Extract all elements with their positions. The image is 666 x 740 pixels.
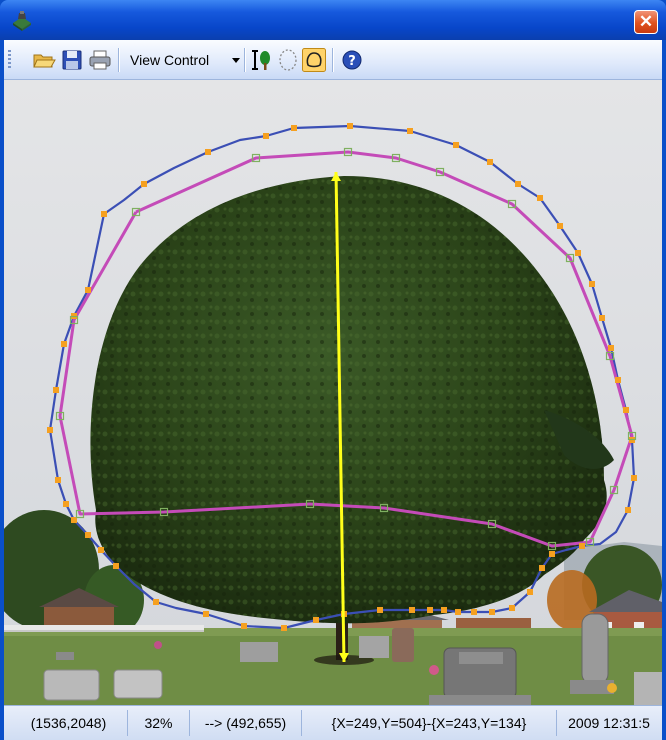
outer-vertex-handle[interactable] (281, 625, 287, 631)
outer-vertex-handle[interactable] (599, 315, 605, 321)
outer-vertex-handle[interactable] (85, 287, 91, 293)
application-window: ✕ View Control ? (1536,2048) 32% --> (49… (0, 0, 666, 740)
outer-vertex-handle[interactable] (515, 181, 521, 187)
polygon-tool-icon[interactable] (302, 48, 326, 72)
outer-vertex-handle[interactable] (489, 609, 495, 615)
outer-vertex-handle[interactable] (313, 617, 319, 623)
outer-vertex-handle[interactable] (631, 475, 637, 481)
outer-vertex-handle[interactable] (623, 407, 629, 413)
status-height-line: {X=249,Y=504}-{X=243,Y=134} (302, 710, 557, 736)
outer-vertex-handle[interactable] (615, 377, 621, 383)
outer-vertex-handle[interactable] (407, 128, 413, 134)
outer-vertex-handle[interactable] (539, 565, 545, 571)
ellipse-tool-icon[interactable] (276, 48, 300, 72)
outer-vertex-handle[interactable] (291, 125, 297, 131)
outer-vertex-handle[interactable] (455, 609, 461, 615)
close-button[interactable]: ✕ (634, 10, 658, 34)
toolbar-separator (244, 48, 246, 72)
save-icon[interactable] (60, 48, 84, 72)
app-icon (13, 11, 31, 31)
outer-vertex-handle[interactable] (589, 281, 595, 287)
outer-vertex-handle[interactable] (427, 607, 433, 613)
outer-vertex-handle[interactable] (471, 609, 477, 615)
outer-vertex-handle[interactable] (63, 501, 69, 507)
open-folder-icon[interactable] (32, 48, 56, 72)
outer-vertex-handle[interactable] (141, 181, 147, 187)
outer-vertex-handle[interactable] (579, 543, 585, 549)
chevron-down-icon (232, 58, 240, 63)
outer-vertex-handle[interactable] (509, 605, 515, 611)
outer-vertex-handle[interactable] (153, 599, 159, 605)
outer-vertex-handle[interactable] (487, 159, 493, 165)
outer-vertex-handle[interactable] (441, 607, 447, 613)
outer-vertex-handle[interactable] (527, 589, 533, 595)
outer-vertex-handle[interactable] (625, 507, 631, 513)
toolbar-separator (332, 48, 334, 72)
grass (4, 628, 662, 705)
outer-vertex-handle[interactable] (61, 341, 67, 347)
outer-vertex-handle[interactable] (263, 133, 269, 139)
outer-vertex-handle[interactable] (557, 223, 563, 229)
view-control-label: View Control (130, 52, 210, 68)
outer-vertex-handle[interactable] (53, 387, 59, 393)
outer-vertex-handle[interactable] (203, 611, 209, 617)
tree-height-icon[interactable] (250, 48, 274, 72)
outer-vertex-handle[interactable] (347, 123, 353, 129)
status-date-time: 2009 12:31:5 (568, 715, 650, 731)
status-bar: (1536,2048) 32% --> (492,655) {X=249,Y=5… (4, 705, 662, 740)
outer-vertex-handle[interactable] (113, 563, 119, 569)
view-control-dropdown[interactable]: View Control (126, 48, 213, 72)
close-icon: ✕ (638, 12, 654, 31)
outer-vertex-handle[interactable] (537, 195, 543, 201)
image-canvas[interactable] (4, 80, 662, 705)
status-zoom: 32% (128, 710, 190, 736)
status-cursor-position: --> (492,655) (190, 710, 302, 736)
tree-photo[interactable] (4, 80, 662, 705)
print-icon[interactable] (88, 48, 112, 72)
outer-vertex-handle[interactable] (85, 532, 91, 538)
fence (4, 625, 204, 632)
outer-vertex-handle[interactable] (549, 551, 555, 557)
outer-vertex-handle[interactable] (453, 142, 459, 148)
outer-vertex-handle[interactable] (47, 427, 53, 433)
toolbar-grip[interactable] (8, 50, 11, 70)
help-icon[interactable]: ? (340, 48, 364, 72)
status-image-size: (1536,2048) (10, 710, 128, 736)
outer-vertex-handle[interactable] (101, 211, 107, 217)
outer-vertex-handle[interactable] (377, 607, 383, 613)
outer-vertex-handle[interactable] (575, 250, 581, 256)
outer-vertex-handle[interactable] (205, 149, 211, 155)
outer-vertex-handle[interactable] (608, 345, 614, 351)
outer-vertex-handle[interactable] (55, 477, 61, 483)
toolbar: View Control ? (4, 40, 662, 80)
svg-text:?: ? (348, 54, 356, 69)
outer-vertex-handle[interactable] (241, 623, 247, 629)
toolbar-separator (118, 48, 120, 72)
outer-vertex-handle[interactable] (98, 547, 104, 553)
title-bar[interactable]: ✕ (0, 0, 666, 40)
outer-vertex-handle[interactable] (409, 607, 415, 613)
